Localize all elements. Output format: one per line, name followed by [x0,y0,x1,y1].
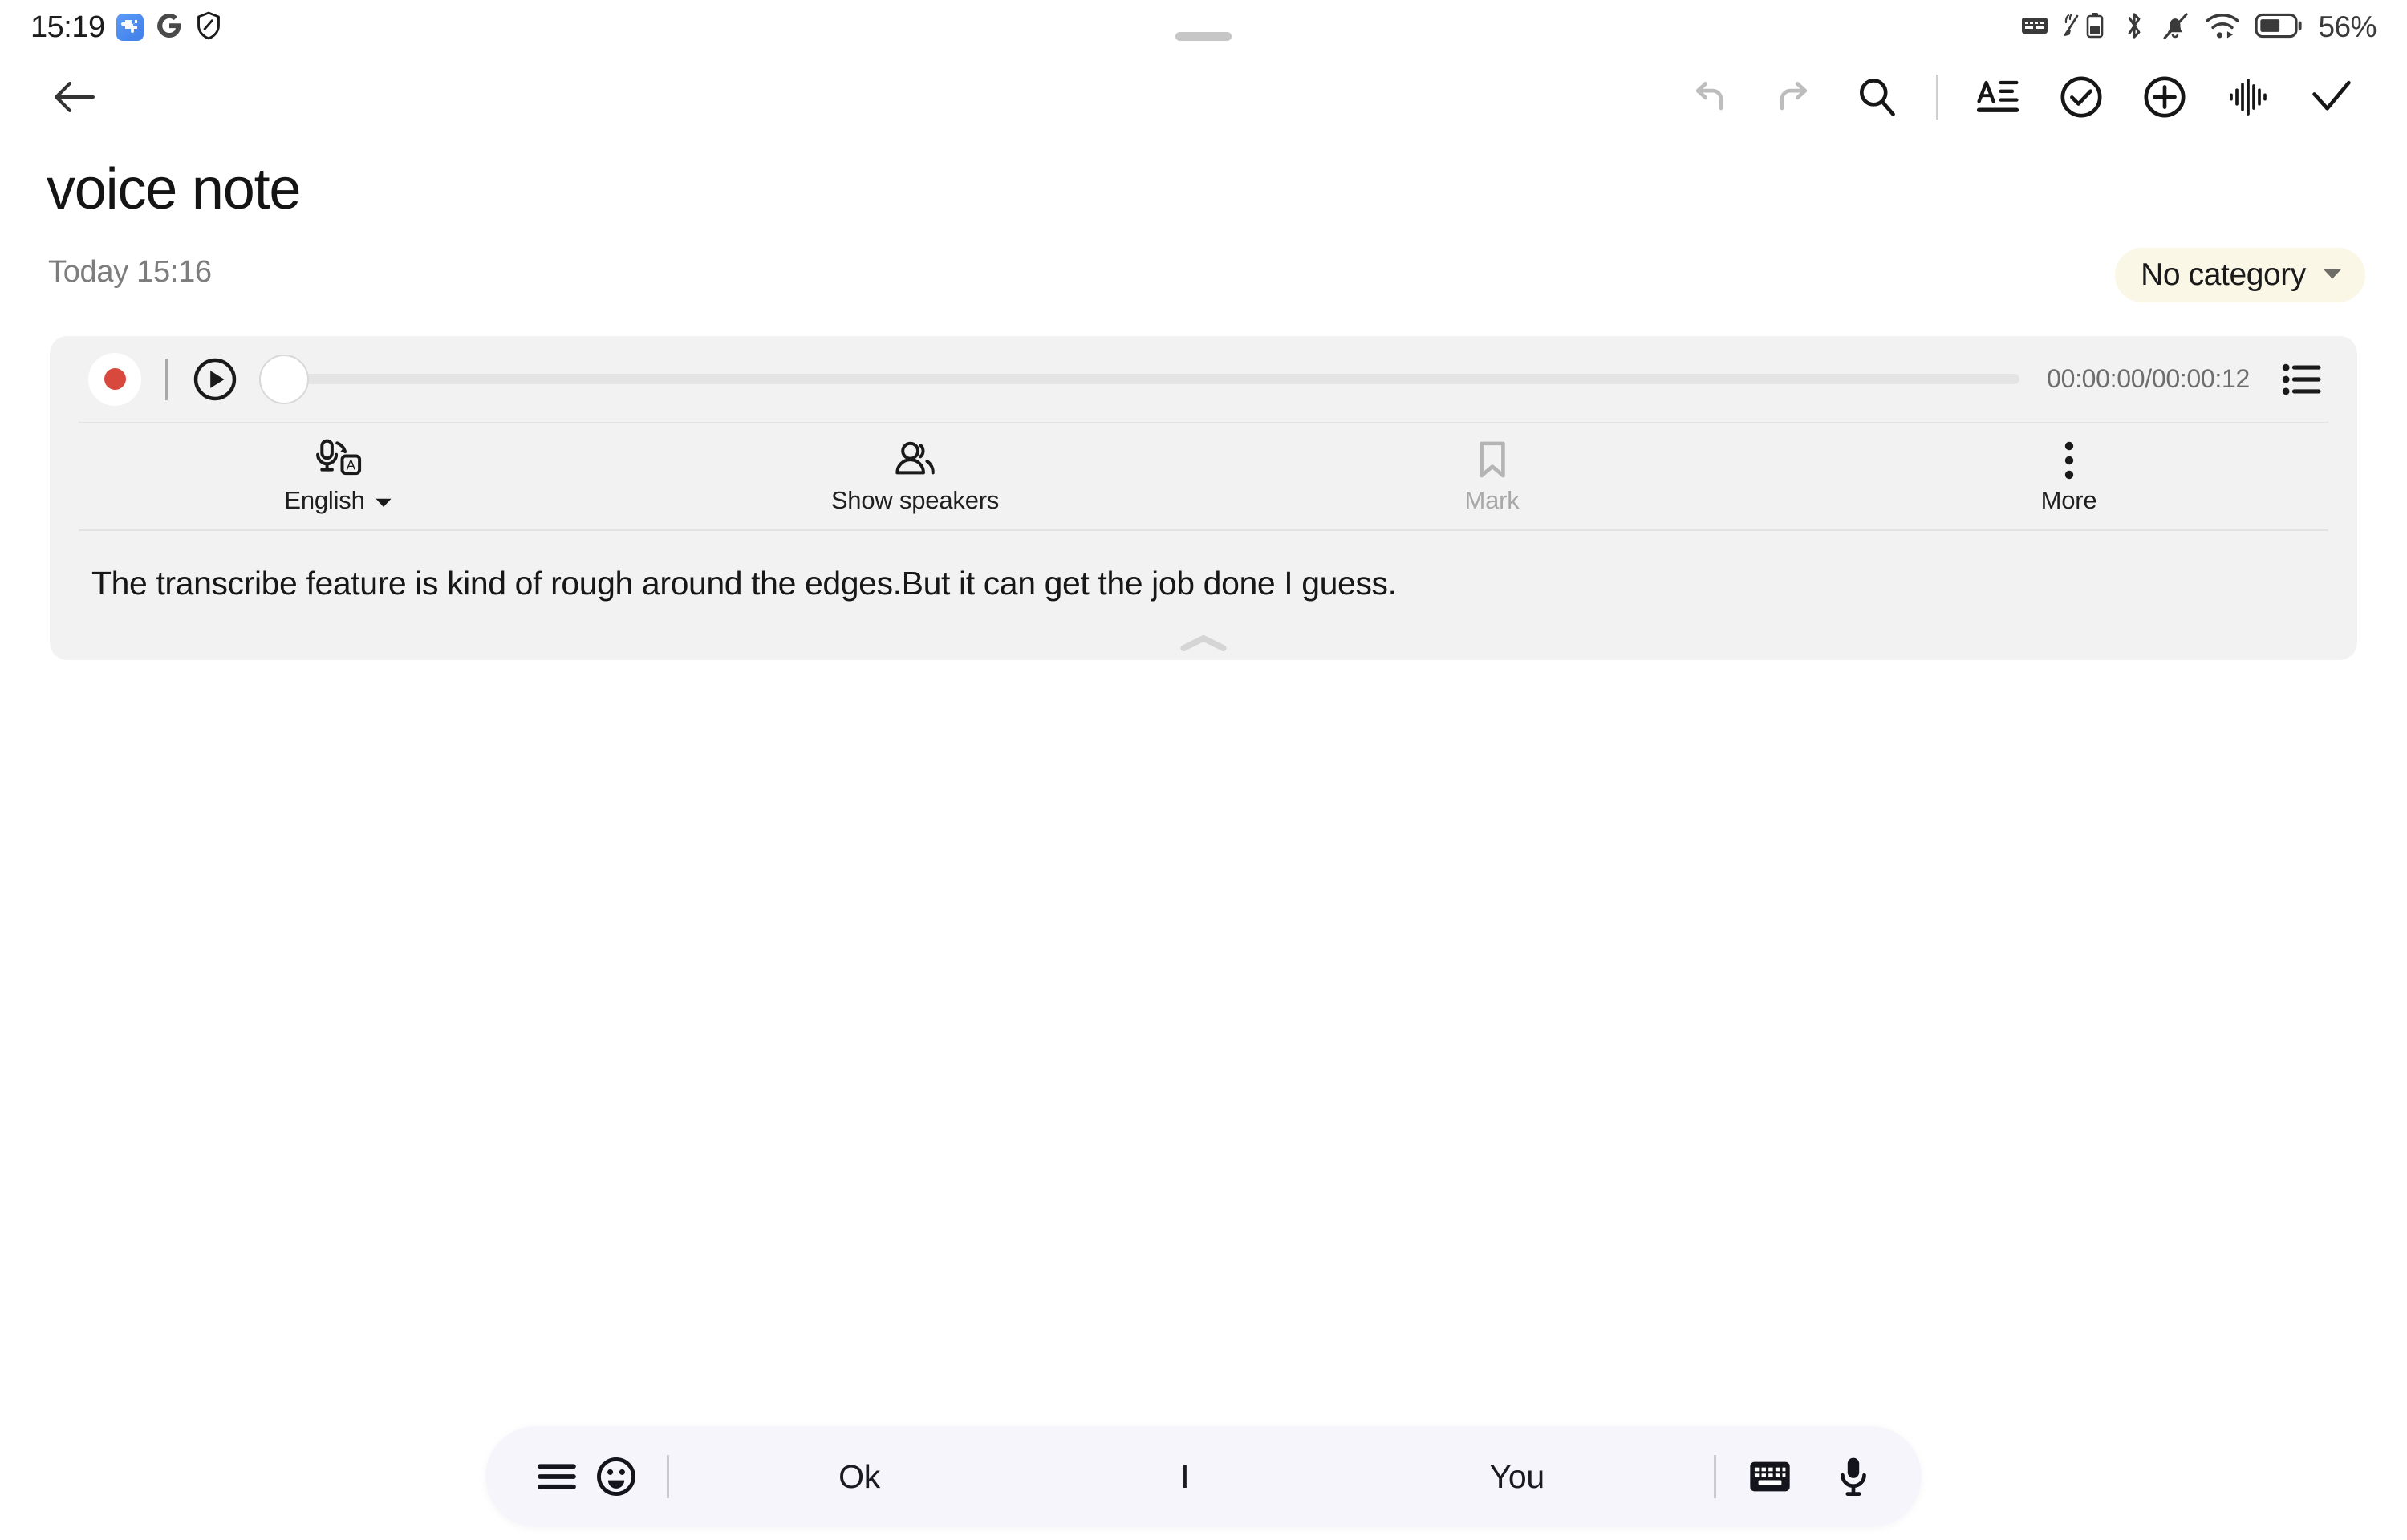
language-action-label: English [284,486,392,515]
category-selector[interactable]: No category [2115,248,2365,302]
note-date: Today 15:16 [48,255,212,289]
google-g-icon [155,11,184,44]
puzzle-extension-icon [116,14,144,41]
waveform-icon [2230,78,2267,116]
search-icon [1860,78,1895,116]
undo-icon [1695,81,1723,110]
toolbar-actions [1668,63,2373,132]
suggestion-bar-right [1714,1447,1883,1506]
microphone-icon [1841,1457,1866,1496]
stylus-battery-icon [2062,10,2109,46]
more-vertical-icon [2060,438,2079,481]
status-bar-right: 56% [2021,10,2377,46]
playback-time: 00:00:00/00:00:12 [2047,364,2250,393]
emoji-face-icon [597,1457,635,1496]
menu-button[interactable] [527,1447,587,1506]
done-button[interactable] [2297,63,2366,132]
show-speakers-action[interactable]: Show speakers [627,424,1204,529]
add-button[interactable] [2130,63,2199,132]
battery-icon [2255,12,2303,43]
keyboard-button[interactable] [1740,1447,1800,1506]
voice-input-button[interactable] [1824,1447,1883,1506]
battery-percent-label: 56% [2318,10,2377,43]
checklist-button[interactable] [2047,63,2116,132]
plus-circle-icon [2144,75,2186,118]
checkmark-icon [2312,80,2351,111]
suggestion-words: Ok I You [669,1458,1714,1496]
transcript-list-button[interactable] [2277,355,2327,404]
seek-track [286,374,2020,384]
mute-bell-icon [2160,10,2190,46]
svg-text:A: A [346,458,355,473]
transcript-area[interactable]: The transcribe feature is kind of rough … [50,531,2357,626]
more-label: More [2040,486,2097,514]
waveform-button[interactable] [2214,63,2283,132]
shield-icon [195,11,222,44]
mic-translate-icon: A [314,438,363,481]
redo-icon [1780,81,1808,110]
category-label: No category [2141,257,2306,292]
suggestion-divider-right [1714,1455,1716,1498]
suggestion-word-1[interactable]: Ok [838,1458,880,1496]
keyboard-suggestion-bar: Ok I You [485,1426,1922,1527]
wifi-icon [2204,10,2241,45]
voice-recording-card: 00:00:00/00:00:12 A English Show speaker… [50,336,2357,661]
text-format-button[interactable] [1963,63,2032,132]
record-button[interactable] [88,352,141,406]
window-drag-handle[interactable] [1175,31,1232,41]
play-icon [193,358,237,400]
status-bar-left: 15:19 [30,10,222,45]
status-bar: 15:19 56% [0,0,2407,55]
transcript-action-row: A English Show speakers Mark More [50,424,2357,529]
redo-button[interactable] [1759,63,1828,132]
keyboard-icon [2021,14,2048,41]
audio-player-row: 00:00:00/00:00:12 [50,336,2357,422]
hamburger-menu-icon [538,1464,576,1489]
search-button[interactable] [1842,63,1911,132]
back-button[interactable] [44,67,105,128]
keyboard-icon [1750,1461,1790,1492]
chevron-up-icon [1180,635,1227,652]
mark-label: Mark [1464,486,1520,514]
chevron-down-icon [2322,266,2343,285]
more-action[interactable]: More [1780,424,2357,529]
mark-action[interactable]: Mark [1204,424,1780,529]
note-toolbar [0,55,2407,139]
bluetooth-icon [2122,10,2146,46]
player-divider [165,358,168,400]
audio-seek-slider[interactable] [259,353,2020,406]
suggestion-word-3[interactable]: You [1490,1458,1545,1496]
bullet-list-icon [2282,363,2321,395]
suggestion-word-2[interactable]: I [1180,1458,1189,1496]
collapse-card-button[interactable] [50,626,2357,660]
seek-thumb[interactable] [259,354,309,404]
note-title[interactable]: voice note [47,160,301,218]
back-arrow-icon [55,81,95,112]
status-clock: 15:19 [30,10,105,44]
play-button[interactable] [192,356,238,403]
language-action[interactable]: A English [50,424,627,529]
chevron-down-icon [375,486,392,515]
check-circle-icon [2060,75,2102,118]
language-name: English [284,486,365,514]
people-icon [892,438,939,481]
bookmark-icon [1474,438,1511,481]
record-icon [104,368,126,390]
emoji-button[interactable] [587,1447,646,1506]
show-speakers-label: Show speakers [830,486,1000,514]
undo-button[interactable] [1675,63,1744,132]
toolbar-divider [1936,74,1938,120]
transcript-text: The transcribe feature is kind of rough … [91,565,1397,602]
text-format-icon [1976,80,2019,112]
